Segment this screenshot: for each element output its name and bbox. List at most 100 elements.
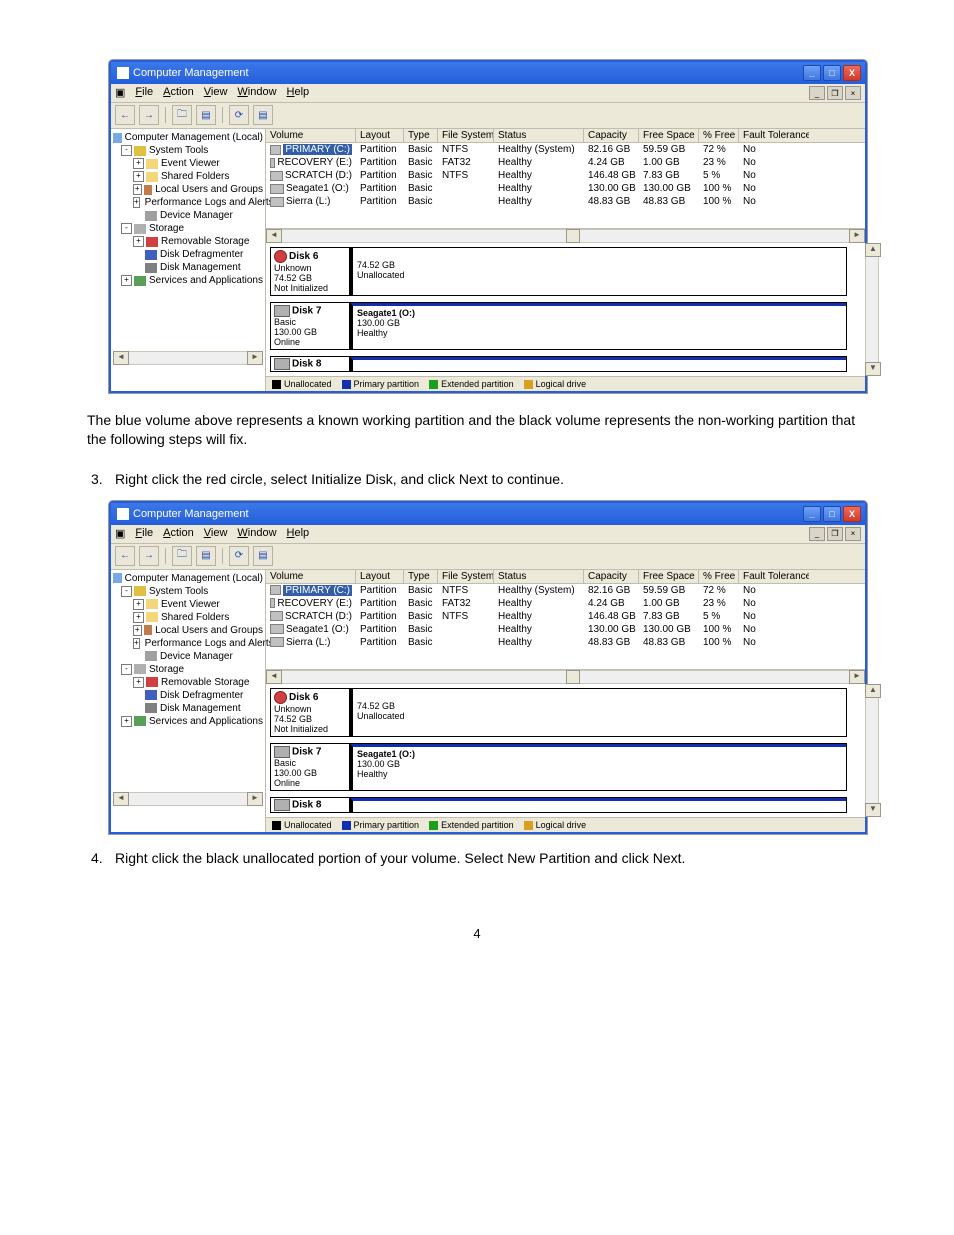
maximize-button[interactable]: □ xyxy=(823,506,841,522)
tree-horizontal-scrollbar[interactable]: ◄ ► xyxy=(113,351,263,365)
col-layout[interactable]: Layout xyxy=(356,129,404,142)
volume-row[interactable]: RECOVERY (E:)PartitionBasicFAT32Healthy4… xyxy=(266,597,865,610)
disk-8-info[interactable]: Disk 8 xyxy=(271,798,350,812)
tree-system-tools[interactable]: -System Tools xyxy=(113,585,263,598)
disk-7-seagate1-partition[interactable]: Seagate1 (O:)130.00 GBHealthy xyxy=(350,303,846,349)
tree-disk-management[interactable]: Disk Management xyxy=(113,261,263,274)
scrollbar-up-button[interactable]: ▲ xyxy=(865,243,881,257)
tree-shared-folders[interactable]: +Shared Folders xyxy=(113,611,263,624)
tree-removable-storage[interactable]: +Removable Storage xyxy=(113,676,263,689)
volume-row[interactable]: RECOVERY (E:)PartitionBasicFAT32Healthy4… xyxy=(266,156,865,169)
menu-window[interactable]: Window xyxy=(237,527,276,541)
titlebar[interactable]: Computer Management _ □ X xyxy=(111,503,865,525)
menu-action[interactable]: Action xyxy=(163,86,194,100)
mdi-restore-button[interactable]: ❐ xyxy=(827,527,843,541)
volume-row[interactable]: SCRATCH (D:)PartitionBasicNTFSHealthy146… xyxy=(266,610,865,623)
app-menu-icon[interactable]: ▣ xyxy=(115,527,125,541)
scrollbar-left-button[interactable]: ◄ xyxy=(113,792,129,806)
help-button[interactable]: ▤ xyxy=(253,546,273,566)
tree-disk-management[interactable]: Disk Management xyxy=(113,702,263,715)
col-volume[interactable]: Volume xyxy=(266,129,356,142)
scrollbar-right-button[interactable]: ► xyxy=(849,670,865,684)
tree-disk-defrag[interactable]: Disk Defragmenter xyxy=(113,248,263,261)
titlebar[interactable]: Computer Management _ □ X xyxy=(111,62,865,84)
volume-row[interactable]: PRIMARY (C:)PartitionBasicNTFSHealthy (S… xyxy=(266,143,865,156)
mdi-minimize-button[interactable]: _ xyxy=(809,527,825,541)
disk-6-block[interactable]: Disk 6 Unknown74.52 GBNot Initialized 74… xyxy=(270,247,847,296)
scrollbar-down-button[interactable]: ▼ xyxy=(865,803,881,817)
tree-event-viewer[interactable]: +Event Viewer xyxy=(113,598,263,611)
mdi-restore-button[interactable]: ❐ xyxy=(827,86,843,100)
menu-file[interactable]: File xyxy=(135,86,153,100)
disk-8-block[interactable]: Disk 8 xyxy=(270,356,847,372)
tree-storage[interactable]: -Storage xyxy=(113,222,263,235)
refresh-button[interactable]: ⟳ xyxy=(229,546,249,566)
graphical-view-vertical-scrollbar[interactable]: ▲▼ xyxy=(865,243,879,376)
disk-8-info[interactable]: Disk 8 xyxy=(271,357,350,371)
forward-button[interactable]: → xyxy=(139,546,159,566)
tree-perf-logs[interactable]: +Performance Logs and Alerts xyxy=(113,637,263,650)
volume-list-header[interactable]: Volume Layout Type File System Status Ca… xyxy=(266,570,865,584)
scrollbar-right-button[interactable]: ► xyxy=(247,792,263,806)
volume-row[interactable]: Sierra (L:)PartitionBasicHealthy48.83 GB… xyxy=(266,195,865,208)
volume-list[interactable]: Volume Layout Type File System Status Ca… xyxy=(266,129,865,243)
close-button[interactable]: X xyxy=(843,65,861,81)
col-status[interactable]: Status xyxy=(494,129,584,142)
maximize-button[interactable]: □ xyxy=(823,65,841,81)
disk-7-block[interactable]: Disk 7 Basic130.00 GBOnline Seagate1 (O:… xyxy=(270,743,847,791)
tree-device-manager[interactable]: Device Manager xyxy=(113,650,263,663)
forward-button[interactable]: → xyxy=(139,105,159,125)
disk-7-info[interactable]: Disk 7 Basic130.00 GBOnline xyxy=(271,303,350,349)
help-button[interactable]: ▤ xyxy=(253,105,273,125)
col-capacity[interactable]: Capacity xyxy=(584,129,639,142)
up-button[interactable]: 🗀 xyxy=(172,546,192,566)
col-type[interactable]: Type xyxy=(404,129,438,142)
tree-root[interactable]: Computer Management (Local) xyxy=(113,131,263,144)
disk-8-block[interactable]: Disk 8 xyxy=(270,797,847,813)
graphical-view-vertical-scrollbar[interactable]: ▲▼ xyxy=(865,684,879,817)
properties-button[interactable]: ▤ xyxy=(196,105,216,125)
tree-services-apps[interactable]: +Services and Applications xyxy=(113,715,263,728)
volume-row[interactable]: Seagate1 (O:)PartitionBasicHealthy130.00… xyxy=(266,182,865,195)
menu-view[interactable]: View xyxy=(204,527,228,541)
tree-local-users[interactable]: +Local Users and Groups xyxy=(113,183,263,196)
disk-6-info[interactable]: Disk 6 Unknown74.52 GBNot Initialized xyxy=(271,689,350,736)
menu-action[interactable]: Action xyxy=(163,527,194,541)
volume-row[interactable]: SCRATCH (D:)PartitionBasicNTFSHealthy146… xyxy=(266,169,865,182)
scrollbar-left-button[interactable]: ◄ xyxy=(113,351,129,365)
scrollbar-left-button[interactable]: ◄ xyxy=(266,229,282,243)
nav-tree[interactable]: Computer Management (Local) -System Tool… xyxy=(111,129,266,391)
disk-6-block[interactable]: Disk 6 Unknown74.52 GBNot Initialized 74… xyxy=(270,688,847,737)
disk-7-block[interactable]: Disk 7 Basic130.00 GBOnline Seagate1 (O:… xyxy=(270,302,847,350)
volume-list-header[interactable]: Volume Layout Type File System Status Ca… xyxy=(266,129,865,143)
disk-6-unallocated-partition[interactable]: 74.52 GBUnallocated xyxy=(350,248,846,295)
tree-services-apps[interactable]: +Services and Applications xyxy=(113,274,263,287)
volume-list[interactable]: Volume Layout Type File System Status Ca… xyxy=(266,570,865,684)
mdi-close-button[interactable]: × xyxy=(845,86,861,100)
nav-tree[interactable]: Computer Management (Local) -System Tool… xyxy=(111,570,266,832)
minimize-button[interactable]: _ xyxy=(803,506,821,522)
tree-disk-defrag[interactable]: Disk Defragmenter xyxy=(113,689,263,702)
tree-local-users[interactable]: +Local Users and Groups xyxy=(113,624,263,637)
tree-event-viewer[interactable]: +Event Viewer xyxy=(113,157,263,170)
menu-help[interactable]: Help xyxy=(287,86,310,100)
tree-removable-storage[interactable]: +Removable Storage xyxy=(113,235,263,248)
refresh-button[interactable]: ⟳ xyxy=(229,105,249,125)
col-pct-free[interactable]: % Free xyxy=(699,129,739,142)
disk-7-seagate1-partition[interactable]: Seagate1 (O:)130.00 GBHealthy xyxy=(350,744,846,790)
tree-perf-logs[interactable]: +Performance Logs and Alerts xyxy=(113,196,263,209)
scrollbar-right-button[interactable]: ► xyxy=(849,229,865,243)
up-button[interactable]: 🗀 xyxy=(172,105,192,125)
col-fault-tolerance[interactable]: Fault Tolerance xyxy=(739,129,809,142)
menu-help[interactable]: Help xyxy=(287,527,310,541)
tree-storage[interactable]: -Storage xyxy=(113,663,263,676)
volume-list-horizontal-scrollbar[interactable]: ◄► xyxy=(266,669,865,684)
mdi-close-button[interactable]: × xyxy=(845,527,861,541)
col-filesystem[interactable]: File System xyxy=(438,129,494,142)
mdi-minimize-button[interactable]: _ xyxy=(809,86,825,100)
disk-6-info[interactable]: Disk 6 Unknown74.52 GBNot Initialized xyxy=(271,248,350,295)
back-button[interactable]: ← xyxy=(115,546,135,566)
scrollbar-down-button[interactable]: ▼ xyxy=(865,362,881,376)
scrollbar-up-button[interactable]: ▲ xyxy=(865,684,881,698)
menu-file[interactable]: File xyxy=(135,527,153,541)
